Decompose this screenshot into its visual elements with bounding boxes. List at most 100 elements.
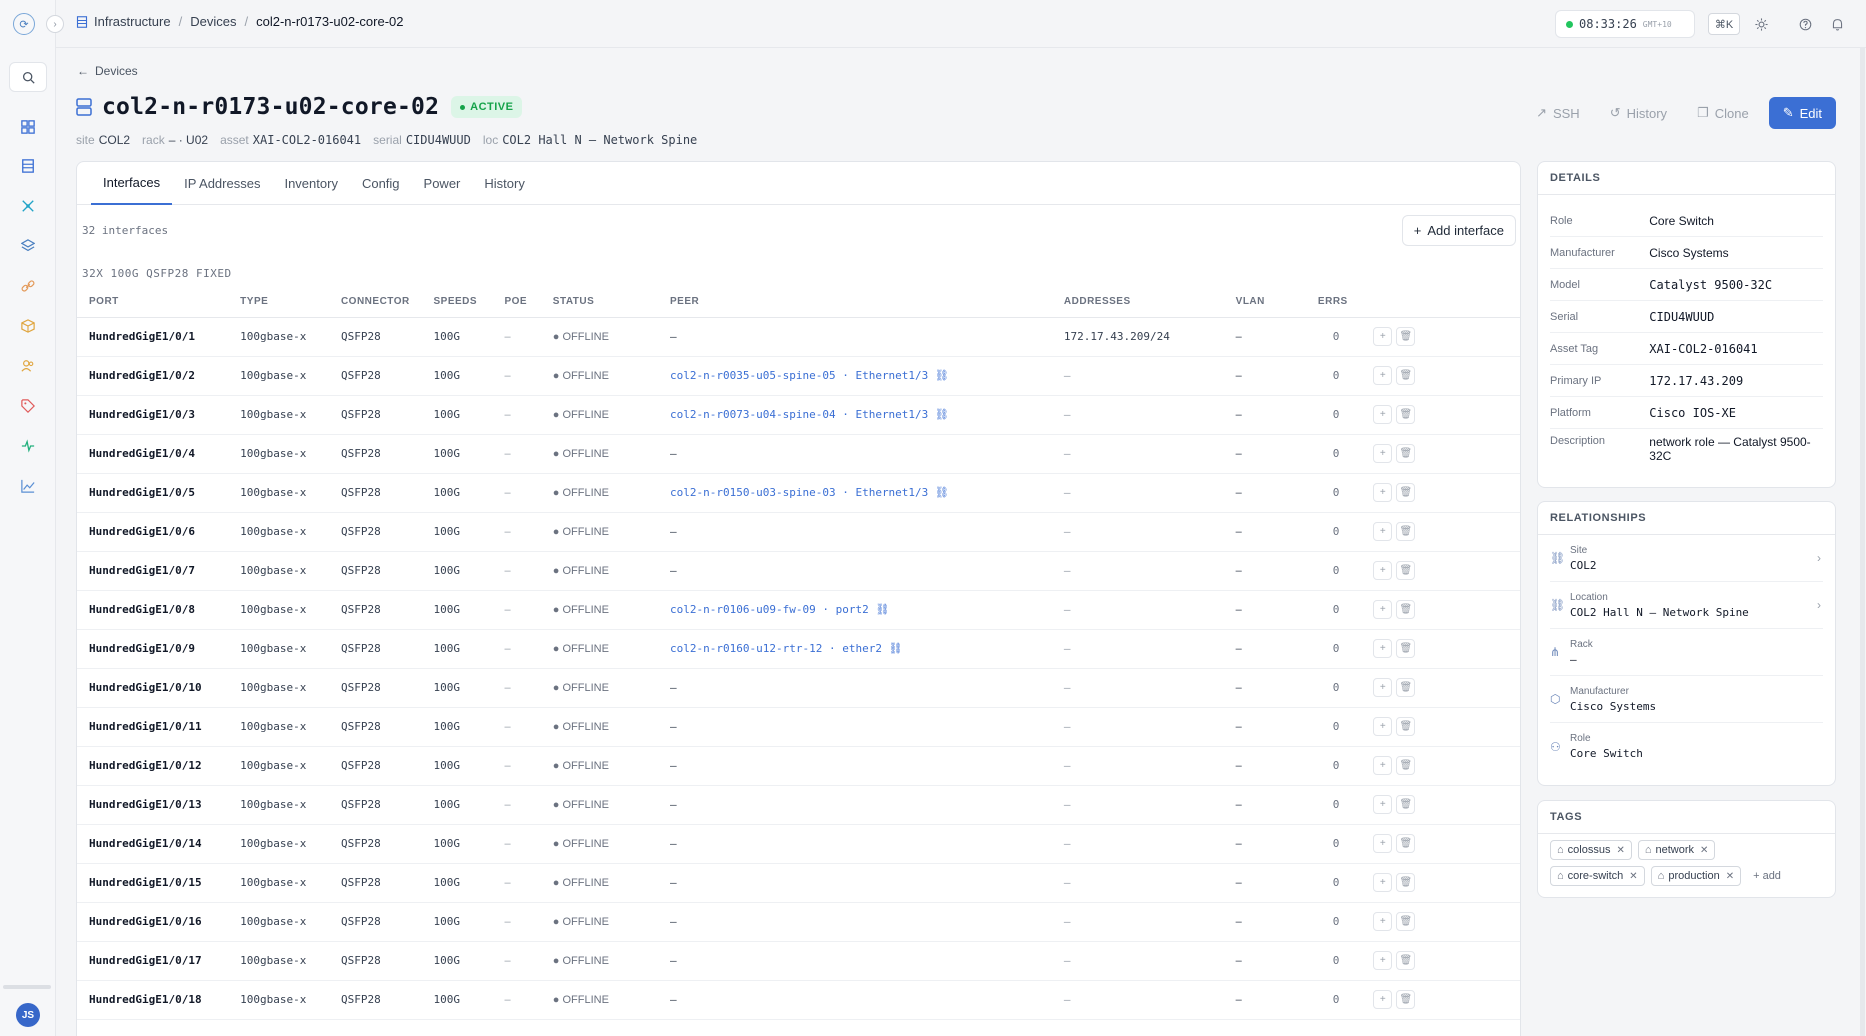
remove-tag-icon[interactable]: ✕	[1700, 845, 1708, 856]
cell-port[interactable]: HundredGigE1/0/1	[77, 317, 229, 357]
breadcrumb-infrastructure[interactable]: Infrastructure	[94, 14, 171, 29]
table-row[interactable]: HundredGigE1/0/9 100gbase-x QSFP28 100G – ● O…	[77, 629, 1520, 669]
table-row[interactable]: HundredGigE1/0/10 100gbase-x QSFP28 100G – ● …	[77, 668, 1520, 708]
link-nav-icon[interactable]	[16, 274, 40, 298]
col-status[interactable]: STATUS	[540, 287, 659, 318]
peer-link[interactable]: col2-n-r0035-u05-spine-05 · Ethernet1/3 …	[670, 369, 949, 382]
table-row[interactable]: HundredGigE1/0/4 100gbase-x QSFP28 100G – ● O…	[77, 434, 1520, 474]
delete-row-button[interactable]: 🗑	[1396, 834, 1416, 853]
help-icon[interactable]	[1794, 13, 1816, 35]
table-row[interactable]: HundredGigE1/0/18 100gbase-x QSFP28 100G – ● …	[77, 980, 1520, 1020]
add-row-button[interactable]: +	[1373, 405, 1393, 424]
add-row-button[interactable]: +	[1373, 834, 1393, 853]
add-row-button[interactable]: +	[1373, 366, 1393, 385]
sidebar-search-button[interactable]	[9, 62, 47, 92]
relationship-row[interactable]: ⛓ Location COL2 Hall N — Network Spine ›	[1550, 582, 1823, 629]
dashboard-icon[interactable]	[16, 115, 40, 139]
back-link[interactable]: ← Devices	[77, 64, 138, 78]
cell-port[interactable]: HundredGigE1/0/2	[77, 356, 229, 396]
tab-inventory[interactable]: Inventory	[272, 162, 349, 205]
col-type[interactable]: TYPE	[228, 287, 329, 318]
tab-interfaces[interactable]: Interfaces	[91, 162, 173, 205]
peer-link[interactable]: col2-n-r0150-u03-spine-03 · Ethernet1/3 …	[670, 486, 949, 499]
table-row[interactable]: HundredGigE1/0/1 100gbase-x QSFP28 100G – ● O…	[77, 317, 1520, 357]
peer-link[interactable]: col2-n-r0073-u04-spine-04 · Ethernet1/3 …	[670, 408, 949, 421]
activity-icon[interactable]	[16, 434, 40, 458]
delete-row-button[interactable]: 🗑	[1396, 444, 1416, 463]
peer-link[interactable]: col2-n-r0160-u12-rtr-12 · ether2 ⛓	[670, 642, 903, 655]
cell-port[interactable]: HundredGigE1/0/18	[77, 980, 229, 1020]
add-tag-button[interactable]: + add	[1747, 866, 1787, 886]
tab-ip-addresses[interactable]: IP Addresses	[172, 162, 272, 205]
table-row[interactable]: HundredGigE1/0/3 100gbase-x QSFP28 100G – ● O…	[77, 395, 1520, 435]
delete-row-button[interactable]: 🗑	[1396, 678, 1416, 697]
delete-row-button[interactable]: 🗑	[1396, 522, 1416, 541]
add-interface-button[interactable]: + Add interface	[1401, 215, 1516, 246]
relationship-row[interactable]: ⚇ Role Core Switch	[1550, 723, 1823, 770]
col-peer[interactable]: PEER	[658, 287, 1052, 318]
cell-port[interactable]: HundredGigE1/0/5	[77, 473, 229, 513]
ssh-button[interactable]: ↗ SSH	[1526, 99, 1590, 127]
theme-toggle-icon[interactable]	[1750, 13, 1772, 35]
app-logo-icon[interactable]: ⟳	[13, 13, 35, 35]
table-row[interactable]: HundredGigE1/0/15 100gbase-x QSFP28 100G – ● …	[77, 863, 1520, 903]
layers-icon[interactable]	[16, 234, 40, 258]
add-row-button[interactable]: +	[1373, 483, 1393, 502]
delete-row-button[interactable]: 🗑	[1396, 561, 1416, 580]
delete-row-button[interactable]: 🗑	[1396, 405, 1416, 424]
add-row-button[interactable]: +	[1373, 951, 1393, 970]
sidebar-toggle-button[interactable]: ›	[46, 15, 64, 33]
tab-history[interactable]: History	[472, 162, 536, 205]
remove-tag-icon[interactable]: ✕	[1616, 845, 1624, 856]
tag-nav-icon[interactable]	[16, 394, 40, 418]
cell-port[interactable]: HundredGigE1/0/7	[77, 551, 229, 591]
table-row[interactable]: HundredGigE1/0/6 100gbase-x QSFP28 100G – ● O…	[77, 512, 1520, 552]
cell-port[interactable]: HundredGigE1/0/10	[77, 668, 229, 708]
cell-port[interactable]: HundredGigE1/0/11	[77, 707, 229, 747]
table-row[interactable]: HundredGigE1/0/7 100gbase-x QSFP28 100G – ● O…	[77, 551, 1520, 591]
relationship-row[interactable]: ⬡ Manufacturer Cisco Systems	[1550, 676, 1823, 723]
delete-row-button[interactable]: 🗑	[1396, 951, 1416, 970]
add-row-button[interactable]: +	[1373, 795, 1393, 814]
delete-row-button[interactable]: 🗑	[1396, 990, 1416, 1009]
col-errs[interactable]: ERRS	[1305, 287, 1358, 318]
cell-port[interactable]: HundredGigE1/0/12	[77, 746, 229, 786]
cell-port[interactable]: HundredGigE1/0/6	[77, 512, 229, 552]
col-speeds[interactable]: SPEEDS	[421, 287, 493, 318]
table-row[interactable]: HundredGigE1/0/14 100gbase-x QSFP28 100G – ● …	[77, 824, 1520, 864]
add-row-button[interactable]: +	[1373, 990, 1393, 1009]
cell-port[interactable]: HundredGigE1/0/8	[77, 590, 229, 630]
page-scrollbar[interactable]	[1860, 48, 1865, 1036]
remove-tag-icon[interactable]: ✕	[1726, 871, 1734, 882]
cell-port[interactable]: HundredGigE1/0/17	[77, 941, 229, 981]
table-row[interactable]: HundredGigE1/0/2 100gbase-x QSFP28 100G – ● O…	[77, 356, 1520, 396]
inventory-icon[interactable]	[16, 314, 40, 338]
add-row-button[interactable]: +	[1373, 717, 1393, 736]
tab-power[interactable]: Power	[412, 162, 473, 205]
tab-config[interactable]: Config	[350, 162, 412, 205]
table-row[interactable]: HundredGigE1/0/12 100gbase-x QSFP28 100G – ● …	[77, 746, 1520, 786]
sidebar-scrollbar[interactable]	[3, 985, 51, 989]
add-row-button[interactable]: +	[1373, 327, 1393, 346]
cell-port[interactable]: HundredGigE1/0/16	[77, 902, 229, 942]
cell-port[interactable]: HundredGigE1/0/14	[77, 824, 229, 864]
command-palette-shortcut[interactable]: ⌘K	[1708, 13, 1740, 35]
delete-row-button[interactable]: 🗑	[1396, 639, 1416, 658]
relationship-row[interactable]: ⛓ Site COL2 ›	[1550, 535, 1823, 582]
add-row-button[interactable]: +	[1373, 444, 1393, 463]
add-row-button[interactable]: +	[1373, 873, 1393, 892]
table-row[interactable]: HundredGigE1/0/5 100gbase-x QSFP28 100G – ● O…	[77, 473, 1520, 513]
delete-row-button[interactable]: 🗑	[1396, 366, 1416, 385]
edit-button[interactable]: ✎ Edit	[1768, 97, 1836, 129]
history-button[interactable]: ↺ History	[1600, 99, 1677, 127]
cell-port[interactable]: HundredGigE1/0/15	[77, 863, 229, 903]
remove-tag-icon[interactable]: ✕	[1629, 871, 1637, 882]
table-row[interactable]: HundredGigE1/0/17 100gbase-x QSFP28 100G – ● …	[77, 941, 1520, 981]
delete-row-button[interactable]: 🗑	[1396, 717, 1416, 736]
relationship-row[interactable]: ⋔ Rack –	[1550, 629, 1823, 676]
col-port[interactable]: PORT	[77, 287, 229, 318]
tag-chip[interactable]: ⌂ core-switch ✕	[1550, 866, 1645, 886]
add-row-button[interactable]: +	[1373, 756, 1393, 775]
clone-button[interactable]: ❐ Clone	[1687, 99, 1759, 127]
delete-row-button[interactable]: 🗑	[1396, 600, 1416, 619]
